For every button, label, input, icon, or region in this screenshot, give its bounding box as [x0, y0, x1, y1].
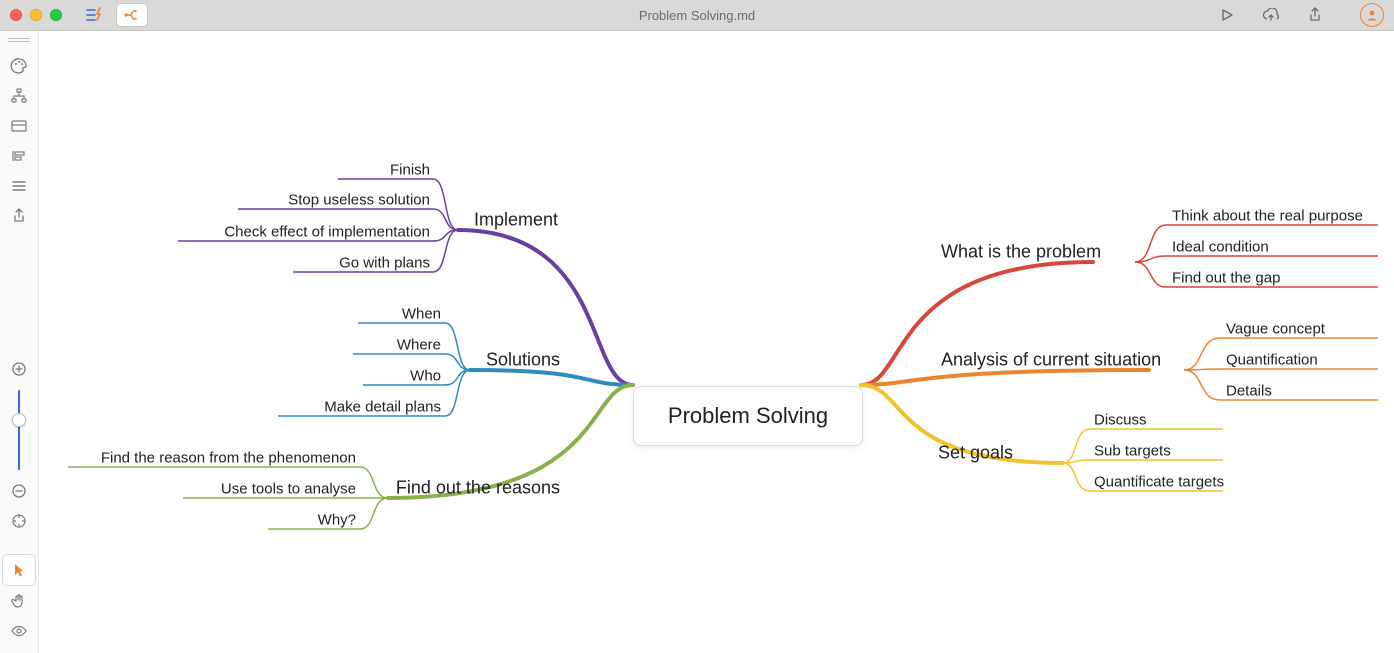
user-icon [1365, 8, 1379, 22]
zoom-in-button[interactable] [3, 354, 35, 384]
leaf-real-purpose[interactable]: Think about the real purpose [1172, 208, 1363, 225]
leaf-check-effect[interactable]: Check effect of implementation [224, 224, 430, 241]
branch-what-is-the-problem[interactable]: What is the problem [941, 242, 1101, 263]
plus-circle-icon [11, 361, 27, 377]
sidebar [0, 31, 39, 653]
leaf-discuss[interactable]: Discuss [1094, 412, 1147, 429]
zoom-slider-thumb[interactable] [12, 413, 26, 427]
leaf-find-gap[interactable]: Find out the gap [1172, 270, 1280, 287]
cloud-upload-button[interactable] [1256, 4, 1286, 26]
palette-icon [10, 57, 28, 75]
cloud-upload-icon [1262, 8, 1280, 22]
align-button[interactable] [3, 141, 35, 171]
mindmap-connectors [38, 31, 1394, 653]
hand-tool-button[interactable] [3, 586, 35, 616]
leaf-sub-targets[interactable]: Sub targets [1094, 443, 1171, 460]
workspace: Problem Solving What is the problem Thin… [0, 31, 1394, 653]
leaf-quantificate[interactable]: Quantificate targets [1094, 474, 1224, 491]
leaf-ideal-condition[interactable]: Ideal condition [1172, 239, 1269, 256]
hand-icon [11, 593, 27, 609]
align-left-icon [10, 149, 28, 163]
leaf-stop-useless[interactable]: Stop useless solution [288, 192, 430, 209]
leaf-details[interactable]: Details [1226, 383, 1272, 400]
branch-solutions[interactable]: Solutions [486, 350, 560, 371]
mindmap-mode-button[interactable] [116, 3, 148, 27]
export-icon [12, 208, 26, 224]
layout-button[interactable] [3, 111, 35, 141]
branch-implement[interactable]: Implement [474, 210, 558, 231]
leaf-detail-plans[interactable]: Make detail plans [324, 399, 441, 416]
crosshair-icon [11, 513, 27, 529]
eye-icon [10, 624, 28, 638]
export-button[interactable] [3, 201, 35, 231]
leaf-use-tools[interactable]: Use tools to analyse [221, 481, 356, 498]
titlebar: Problem Solving.md [0, 0, 1394, 31]
hierarchy-icon [10, 87, 28, 105]
leaf-vague-concept[interactable]: Vague concept [1226, 321, 1325, 338]
sidebar-grip-icon[interactable] [8, 37, 30, 43]
branch-set-goals[interactable]: Set goals [938, 443, 1013, 464]
zoom-slider[interactable] [18, 390, 20, 470]
leaf-reason-phenomenon[interactable]: Find the reason from the phenomenon [101, 450, 356, 467]
preview-tool-button[interactable] [3, 616, 35, 646]
zoom-out-button[interactable] [3, 476, 35, 506]
mindmap-center-node[interactable]: Problem Solving [633, 386, 863, 446]
center-view-button[interactable] [3, 506, 35, 536]
branch-find-reasons[interactable]: Find out the reasons [396, 478, 560, 499]
pointer-tool-button[interactable] [2, 554, 36, 586]
minimize-window-button[interactable] [30, 9, 42, 21]
list-bolt-icon [86, 7, 104, 23]
outline-mode-button[interactable] [80, 4, 110, 26]
minus-circle-icon [11, 483, 27, 499]
mindmap-icon [123, 8, 141, 22]
share-icon [1308, 7, 1322, 23]
leaf-go-plans[interactable]: Go with plans [339, 255, 430, 272]
share-button[interactable] [1300, 4, 1330, 26]
leaf-why[interactable]: Why? [318, 512, 356, 529]
leaf-quantification[interactable]: Quantification [1226, 352, 1318, 369]
document-title: Problem Solving.md [0, 8, 1394, 23]
leaf-where[interactable]: Where [397, 337, 441, 354]
structure-button[interactable] [3, 81, 35, 111]
mindmap-canvas[interactable]: Problem Solving What is the problem Thin… [38, 31, 1394, 653]
leaf-who[interactable]: Who [410, 368, 441, 385]
zoom-window-button[interactable] [50, 9, 62, 21]
play-icon [1220, 8, 1234, 22]
list-view-button[interactable] [3, 171, 35, 201]
account-avatar[interactable] [1360, 3, 1384, 27]
window-traffic-lights [10, 9, 62, 21]
close-window-button[interactable] [10, 9, 22, 21]
leaf-finish[interactable]: Finish [390, 162, 430, 179]
theme-button[interactable] [3, 51, 35, 81]
layout-icon [10, 119, 28, 133]
branch-analysis[interactable]: Analysis of current situation [941, 350, 1161, 371]
list-icon [11, 179, 27, 193]
play-button[interactable] [1212, 4, 1242, 26]
leaf-when[interactable]: When [402, 306, 441, 323]
pointer-icon [12, 562, 26, 578]
